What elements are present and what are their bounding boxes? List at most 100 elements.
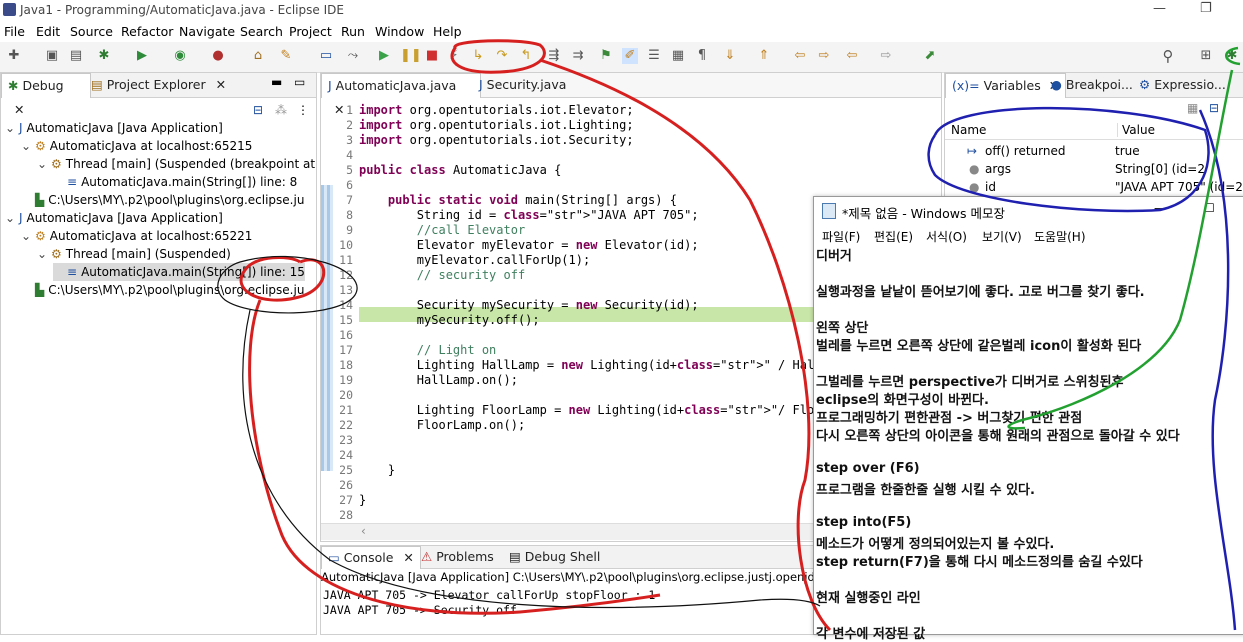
- code-line[interactable]: mySecurity.off();: [359, 313, 540, 327]
- code-line[interactable]: // security off: [359, 268, 525, 282]
- step-over-icon[interactable]: ↷: [494, 48, 510, 64]
- menu-file[interactable]: File: [4, 24, 25, 39]
- debug-tree-item[interactable]: ▙ C:\Users\MY\.p2\pool\plugins\org.eclips…: [21, 191, 304, 209]
- external-tools-icon[interactable]: ●: [210, 48, 226, 64]
- disconnect-icon[interactable]: ⚡: [446, 48, 462, 64]
- tab-debug-shell[interactable]: ▤ Debug Shell: [503, 546, 606, 568]
- tab-security-java[interactable]: J Security.java: [473, 73, 572, 97]
- notepad-text-area[interactable]: 디버거 실행과정을 낱낱이 뜯어보기에 좋다. 고로 버그를 찾기 좋다. 왼쪽 상…: [814, 245, 1243, 642]
- menu-help[interactable]: Help: [433, 24, 462, 39]
- code-line[interactable]: Security mySecurity = new Security(id);: [359, 298, 699, 312]
- tab-problems[interactable]: ⚠ Problems: [415, 546, 500, 568]
- tab-debug[interactable]: ✱ Debug ✕: [1, 73, 91, 117]
- collapse-all-icon[interactable]: ⊟: [1209, 101, 1219, 115]
- last-edit-icon[interactable]: ⇦: [792, 48, 808, 64]
- debug-tree-item[interactable]: ≡ AutomaticJava.main(String[]) line: 15: [53, 263, 305, 281]
- show-type-names-icon[interactable]: ▦: [1187, 101, 1198, 115]
- save-icon[interactable]: ▣: [44, 48, 60, 64]
- menu-search[interactable]: Search: [240, 24, 283, 39]
- close-icon[interactable]: ✕: [14, 102, 24, 117]
- minimize-icon[interactable]: —: [1153, 1, 1166, 16]
- code-line[interactable]: HallLamp.on();: [359, 373, 518, 387]
- debug-tree-item[interactable]: ≡ AutomaticJava.main(String[]) line: 8: [53, 173, 297, 191]
- notepad-menu-edit[interactable]: 편집(E): [874, 228, 913, 245]
- code-line[interactable]: }: [359, 493, 366, 507]
- minimize-view-icon[interactable]: ▬: [271, 75, 282, 89]
- code-line[interactable]: import org.opentutorials.iot.Elevator;: [359, 103, 634, 117]
- code-line[interactable]: public static void main(String[] args) {: [359, 193, 677, 207]
- coverage-icon[interactable]: ◉: [172, 48, 188, 64]
- pin-editor-icon[interactable]: ⬈: [922, 48, 938, 64]
- collapse-all-icon[interactable]: ⊟: [253, 103, 263, 117]
- remove-all-terminated-icon[interactable]: ⁂: [275, 103, 287, 117]
- column-name[interactable]: Name: [951, 123, 986, 137]
- chevron-down-icon[interactable]: ⌄: [5, 119, 19, 137]
- menu-project[interactable]: Project: [289, 24, 332, 39]
- menu-navigate[interactable]: Navigate: [179, 24, 235, 39]
- toggle-mark-icon[interactable]: ☰: [646, 48, 662, 64]
- notepad-menu-view[interactable]: 보기(V): [982, 228, 1022, 245]
- notepad-menu-file[interactable]: 파일(F): [822, 228, 860, 245]
- menu-run[interactable]: Run: [341, 24, 365, 39]
- close-icon[interactable]: ✕: [403, 550, 413, 565]
- notepad-menu-format[interactable]: 서식(O): [926, 228, 967, 245]
- code-line[interactable]: import org.opentutorials.iot.Lighting;: [359, 118, 634, 132]
- save-all-icon[interactable]: ▤: [68, 48, 84, 64]
- next-annotation-icon[interactable]: ⇓: [722, 48, 738, 64]
- forward-icon[interactable]: ⇨: [878, 48, 894, 64]
- maximize-view-icon[interactable]: ▭: [294, 75, 305, 89]
- chevron-down-icon[interactable]: ⌄: [21, 137, 35, 155]
- column-value[interactable]: Value: [1117, 123, 1155, 137]
- tab-expressions[interactable]: ⚙ Expressio...: [1133, 73, 1232, 97]
- show-whitespace-icon[interactable]: ¶: [694, 48, 710, 64]
- back-icon[interactable]: ⇦: [844, 48, 860, 64]
- variable-row[interactable]: ● args String[0] (id=2: [945, 160, 1243, 178]
- open-type-icon[interactable]: ⌂: [250, 48, 266, 64]
- menu-window[interactable]: Window: [375, 24, 424, 39]
- debug-tree-item[interactable]: ⌄ ⚙ AutomaticJava at localhost:65221: [21, 227, 252, 245]
- chevron-down-icon[interactable]: ⌄: [37, 245, 51, 263]
- debug-perspective-icon[interactable]: ✱: [1224, 48, 1240, 64]
- code-line[interactable]: Lighting HallLamp = new Lighting(id+clas…: [359, 358, 872, 372]
- menu-source[interactable]: Source: [70, 24, 113, 39]
- debug-tree-item[interactable]: ⌄ ⚙ Thread [main] (Suspended (breakpoint a…: [37, 155, 341, 173]
- prev-annotation-icon[interactable]: ⇑: [756, 48, 772, 64]
- code-line[interactable]: //call Elevator: [359, 223, 525, 237]
- code-line[interactable]: String id = class="str">"JAVA APT 705";: [359, 208, 699, 222]
- chevron-down-icon[interactable]: ⌄: [37, 155, 51, 173]
- skip-breakpoints-icon[interactable]: ⤳: [345, 48, 361, 64]
- run-icon[interactable]: ▶: [134, 48, 150, 64]
- suspend-icon[interactable]: ❚❚: [400, 48, 422, 64]
- tab-console[interactable]: ▭ Console ✕: [321, 546, 421, 569]
- code-line[interactable]: }: [359, 463, 395, 477]
- code-line[interactable]: Elevator myElevator = new Elevator(id);: [359, 238, 699, 252]
- forward-edit-icon[interactable]: ⇨: [816, 48, 832, 64]
- chevron-down-icon[interactable]: ⌄: [5, 209, 19, 227]
- code-line[interactable]: FloorLamp.on();: [359, 418, 525, 432]
- quick-access-search-icon[interactable]: ⚲: [1160, 48, 1176, 64]
- use-step-filters-icon[interactable]: ⇉: [570, 48, 586, 64]
- menu-edit[interactable]: Edit: [36, 24, 60, 39]
- console-icon[interactable]: ▭: [318, 48, 334, 64]
- open-task-icon[interactable]: ⚑: [598, 48, 614, 64]
- debug-tree-item[interactable]: ⌄ ⚙ Thread [main] (Suspended): [37, 245, 231, 263]
- debug-icon[interactable]: ✱: [96, 48, 112, 64]
- search-tool-icon[interactable]: ✎: [278, 48, 294, 64]
- debug-tree-item[interactable]: ⌄ J AutomaticJava [Java Application]: [5, 119, 223, 137]
- debug-tree-item[interactable]: ⌄ J AutomaticJava [Java Application]: [5, 209, 223, 227]
- maximize-icon[interactable]: ☐: [1204, 201, 1215, 215]
- new-icon[interactable]: ✚: [6, 48, 22, 64]
- code-line[interactable]: import org.opentutorials.iot.Security;: [359, 133, 634, 147]
- code-line[interactable]: Lighting FloorLamp = new Lighting(id+cla…: [359, 403, 879, 417]
- tab-breakpoints[interactable]: ● Breakpoi...: [1045, 73, 1139, 97]
- drop-to-frame-icon[interactable]: ⇶: [546, 48, 562, 64]
- highlight-icon[interactable]: ✐: [622, 48, 638, 64]
- code-line[interactable]: public class AutomaticJava {: [359, 163, 561, 177]
- minimize-icon[interactable]: —: [1154, 201, 1166, 215]
- variable-row[interactable]: ↦ off() returned true: [945, 142, 1243, 160]
- resume-icon[interactable]: ▶: [376, 48, 392, 64]
- notepad-menu-help[interactable]: 도움말(H): [1034, 228, 1086, 245]
- code-line[interactable]: myElevator.callForUp(1);: [359, 253, 590, 267]
- debug-tree-item[interactable]: ▙ C:\Users\MY\.p2\pool\plugins\org.eclips…: [21, 281, 304, 299]
- chevron-down-icon[interactable]: ⌄: [21, 227, 35, 245]
